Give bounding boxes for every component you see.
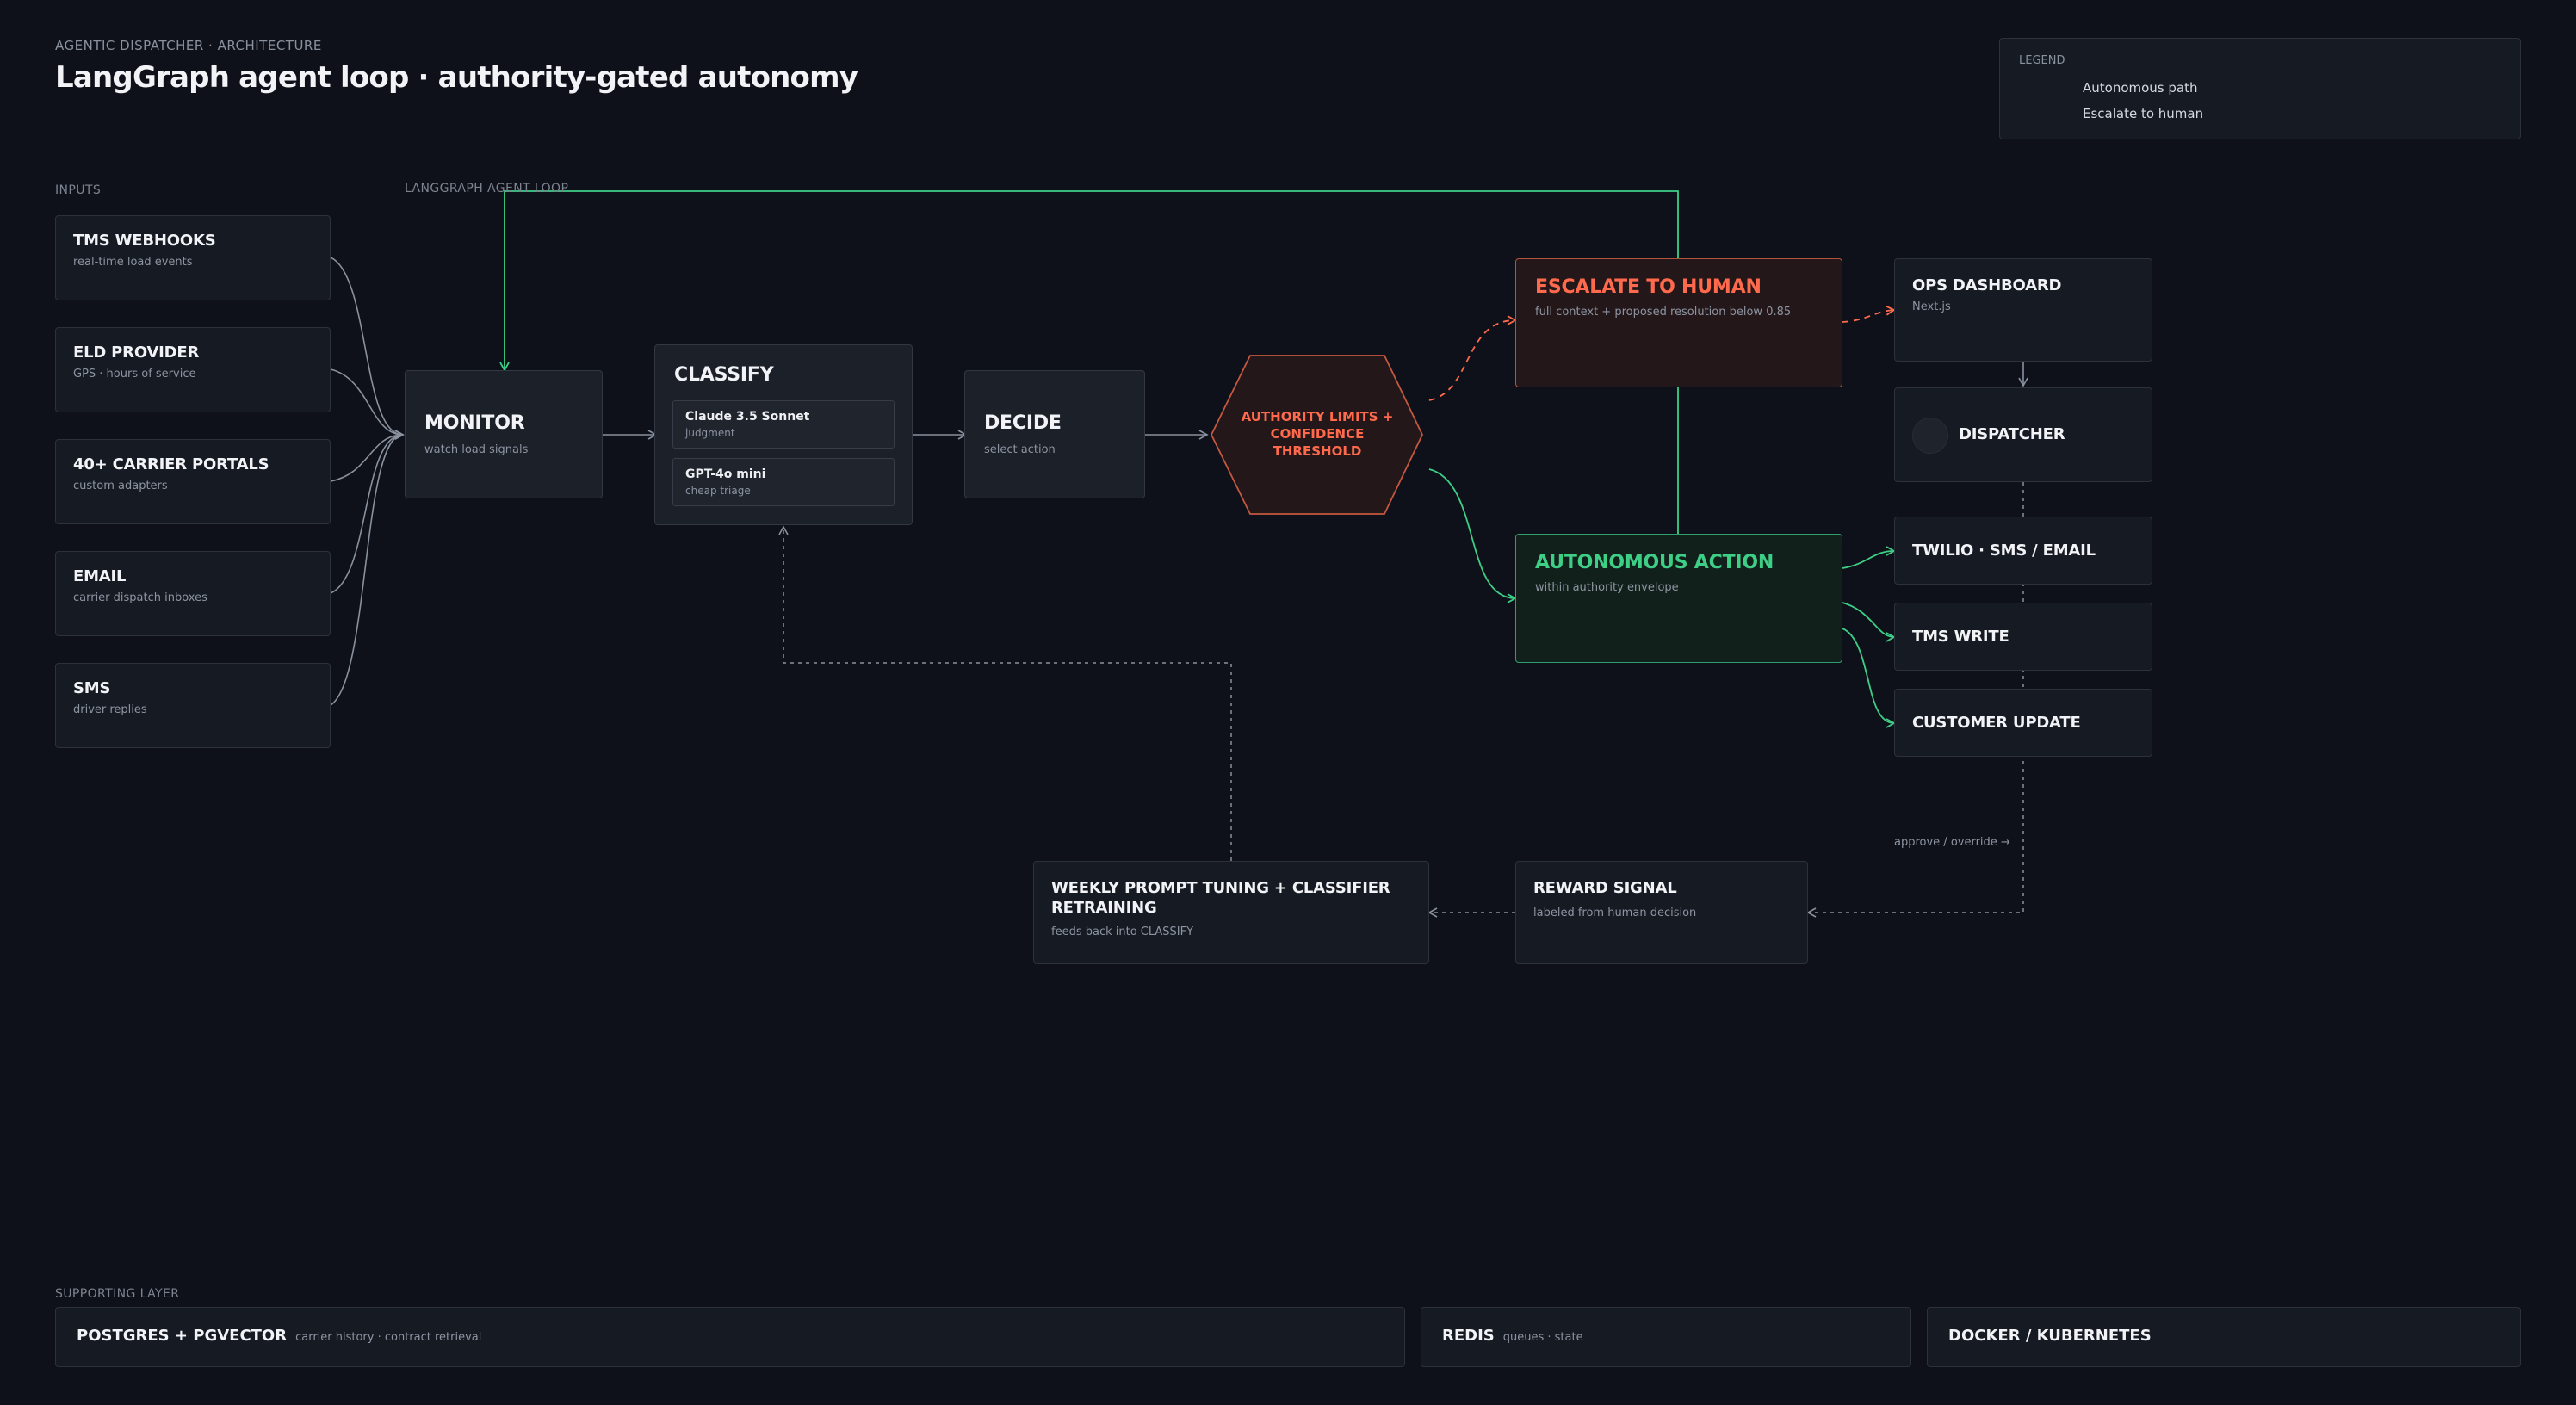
support-docker[interactable]: DOCKER / KUBERNETES	[1927, 1307, 2521, 1367]
reward-sub: labeled from human decision	[1533, 907, 1697, 919]
input-tms-webhooks[interactable]: TMS WEBHOOKS real-time load events	[55, 215, 331, 300]
escalate-path	[1428, 315, 1517, 401]
support-redis[interactable]: REDIS queues · state	[1421, 1307, 1911, 1367]
input-title: EMAIL	[73, 567, 127, 585]
model-sub: judgment	[685, 427, 735, 439]
monitor-sub: watch load signals	[424, 443, 529, 456]
support-title: POSTGRES + PGVECTOR	[77, 1327, 288, 1345]
output-connectors	[1842, 546, 1896, 728]
ops-title: OPS DASHBOARD	[1912, 276, 2062, 294]
input-title: TMS WEBHOOKS	[73, 232, 216, 250]
input-connectors	[330, 257, 405, 706]
input-sub: custom adapters	[73, 480, 168, 492]
ops-dashboard-node[interactable]: OPS DASHBOARD Next.js	[1894, 258, 2152, 362]
authority-gate-label: AUTHORITY LIMITS + CONFIDENCE THRESHOLD	[1231, 408, 1403, 460]
dispatcher-avatar	[1912, 418, 1948, 454]
input-title: 40+ CARRIER PORTALS	[73, 455, 269, 473]
escalate-sub: full context + proposed resolution below…	[1535, 306, 1792, 319]
dispatcher-title: DISPATCHER	[1959, 425, 2065, 443]
model-title: GPT-4o mini	[685, 467, 766, 481]
input-carrier-portals[interactable]: 40+ CARRIER PORTALS custom adapters	[55, 439, 331, 524]
page-kicker: AGENTIC DISPATCHER · ARCHITECTURE	[55, 38, 322, 53]
connector-layer	[330, 87, 2071, 918]
tuning-classify-path	[778, 525, 1232, 861]
support-label: DOCKER / KUBERNETES	[1948, 1327, 2152, 1345]
autonomous-path	[1428, 468, 1517, 603]
decide-title: DECIDE	[984, 412, 1062, 434]
classify-node[interactable]: CLASSIFY Claude 3.5 Sonnet judgment GPT-…	[654, 344, 913, 525]
page-title: LangGraph agent loop · authority-gated a…	[55, 60, 858, 95]
model-gpt-card[interactable]: GPT-4o mini cheap triage	[672, 458, 895, 506]
input-title: ELD PROVIDER	[73, 344, 200, 362]
escalate-node[interactable]: ESCALATE TO HUMAN full context + propose…	[1515, 258, 1842, 387]
classify-title: CLASSIFY	[674, 364, 774, 386]
loop-section-label: LANGGRAPH AGENT LOOP	[405, 182, 569, 195]
twilio-title: TWILIO · SMS / EMAIL	[1912, 542, 2096, 560]
support-title: REDIS	[1442, 1327, 1495, 1345]
legend-escalate-label: Escalate to human	[2083, 106, 2204, 121]
input-sub: GPS · hours of service	[73, 368, 196, 381]
reward-signal-node[interactable]: REWARD SIGNAL labeled from human decisio…	[1515, 861, 1808, 964]
input-title: SMS	[73, 679, 111, 697]
gate-line-1: AUTHORITY LIMITS +	[1241, 409, 1394, 424]
monitor-title: MONITOR	[424, 412, 525, 434]
support-title: DOCKER / KUBERNETES	[1948, 1327, 2152, 1345]
input-eld-provider[interactable]: ELD PROVIDER GPS · hours of service	[55, 327, 331, 412]
autonomous-title: AUTONOMOUS ACTION	[1535, 552, 1774, 573]
tms-write-node[interactable]: TMS WRITE	[1894, 603, 2152, 671]
tuning-title-line-1: WEEKLY PROMPT TUNING + CLASSIFIER	[1051, 879, 1390, 897]
decide-node[interactable]: DECIDE select action	[964, 370, 1145, 498]
input-sub: real-time load events	[73, 256, 193, 269]
gate-line-3: THRESHOLD	[1273, 443, 1362, 459]
monitor-node[interactable]: MONITOR watch load signals	[405, 370, 603, 498]
escalate-ops-path	[1842, 305, 1896, 323]
tuning-sub: feeds back into CLASSIFY	[1051, 925, 1194, 938]
gate-line-2: CONFIDENCE	[1270, 426, 1365, 442]
decide-sub: select action	[984, 443, 1056, 456]
tuning-title-line-2: RETRAINING	[1051, 899, 1157, 917]
input-sub: driver replies	[73, 703, 147, 716]
legend-autonomous-label: Autonomous path	[2083, 80, 2198, 96]
autonomous-sub: within authority envelope	[1535, 581, 1679, 594]
input-sms[interactable]: SMS driver replies	[55, 663, 331, 748]
model-title: Claude 3.5 Sonnet	[685, 410, 810, 424]
model-sub: cheap triage	[685, 485, 751, 497]
supporting-section-label: SUPPORTING LAYER	[55, 1287, 180, 1301]
support-sub: carrier history · contract retrieval	[295, 1331, 482, 1344]
legend-panel: LEGEND Autonomous path Escalate to human	[1999, 38, 2521, 139]
customer-update-node[interactable]: CUSTOMER UPDATE	[1894, 689, 2152, 757]
prompt-tuning-node[interactable]: WEEKLY PROMPT TUNING + CLASSIFIER RETRAI…	[1033, 861, 1429, 964]
escalate-title: ESCALATE TO HUMAN	[1535, 276, 1762, 298]
twilio-node[interactable]: TWILIO · SMS / EMAIL	[1894, 517, 2152, 585]
support-label: POSTGRES + PGVECTOR carrier history · con…	[77, 1327, 481, 1345]
input-email[interactable]: EMAIL carrier dispatch inboxes	[55, 551, 331, 636]
autonomous-node[interactable]: AUTONOMOUS ACTION within authority envel…	[1515, 534, 1842, 663]
dispatcher-node[interactable]: DISPATCHER	[1894, 387, 2152, 482]
customer-update-title: CUSTOMER UPDATE	[1912, 714, 2081, 732]
inputs-section-label: INPUTS	[55, 183, 102, 197]
support-postgres[interactable]: POSTGRES + PGVECTOR carrier history · con…	[55, 1307, 1405, 1367]
tms-write-title: TMS WRITE	[1912, 628, 2009, 646]
reward-title: REWARD SIGNAL	[1533, 879, 1677, 897]
ops-sub: Next.js	[1912, 300, 1951, 313]
support-sub: queues · state	[1502, 1331, 1583, 1344]
model-claude-card[interactable]: Claude 3.5 Sonnet judgment	[672, 400, 895, 449]
legend-title: LEGEND	[2019, 54, 2065, 67]
input-sub: carrier dispatch inboxes	[73, 591, 207, 604]
support-label: REDIS queues · state	[1442, 1327, 1583, 1345]
approve-override-note: approve / override →	[1894, 836, 2010, 849]
